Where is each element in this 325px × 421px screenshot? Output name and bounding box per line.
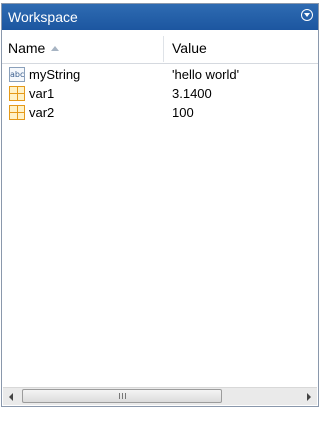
scrollbar-thumb[interactable] [22, 389, 222, 403]
matrix-variable-icon [9, 105, 25, 120]
grip-icon [119, 393, 126, 399]
panel-actions-icon[interactable] [301, 9, 313, 21]
scroll-left-icon[interactable] [3, 388, 20, 405]
name-column-header[interactable]: Name [8, 33, 60, 63]
name-column-label: Name [8, 40, 46, 56]
string-variable-icon: abc [9, 67, 25, 82]
variable-name: myString [29, 67, 81, 82]
scroll-right-icon[interactable] [300, 388, 317, 405]
horizontal-scrollbar[interactable] [3, 387, 317, 405]
variable-value: 3.1400 [172, 86, 212, 101]
variable-value: 100 [172, 105, 194, 120]
value-column-header[interactable]: Value [172, 33, 207, 63]
variable-row[interactable]: abc myString 'hello world' [2, 65, 318, 84]
title-bar: Workspace [2, 4, 318, 30]
table-header: Name Value [2, 33, 318, 64]
column-divider[interactable] [163, 36, 164, 62]
panel-title: Workspace [8, 9, 78, 25]
variable-name: var1 [29, 86, 55, 101]
variable-name: var2 [29, 105, 55, 120]
workspace-panel: Workspace Name Value abc myString 'hello… [1, 3, 319, 407]
variable-row[interactable]: var2 100 [2, 103, 318, 122]
variable-list: abc myString 'hello world' var1 3.1400 v… [2, 65, 318, 122]
matrix-variable-icon [9, 86, 25, 101]
variable-row[interactable]: var1 3.1400 [2, 84, 318, 103]
variable-value: 'hello world' [172, 67, 240, 82]
value-column-label: Value [172, 40, 207, 56]
sort-ascending-icon [51, 46, 60, 51]
